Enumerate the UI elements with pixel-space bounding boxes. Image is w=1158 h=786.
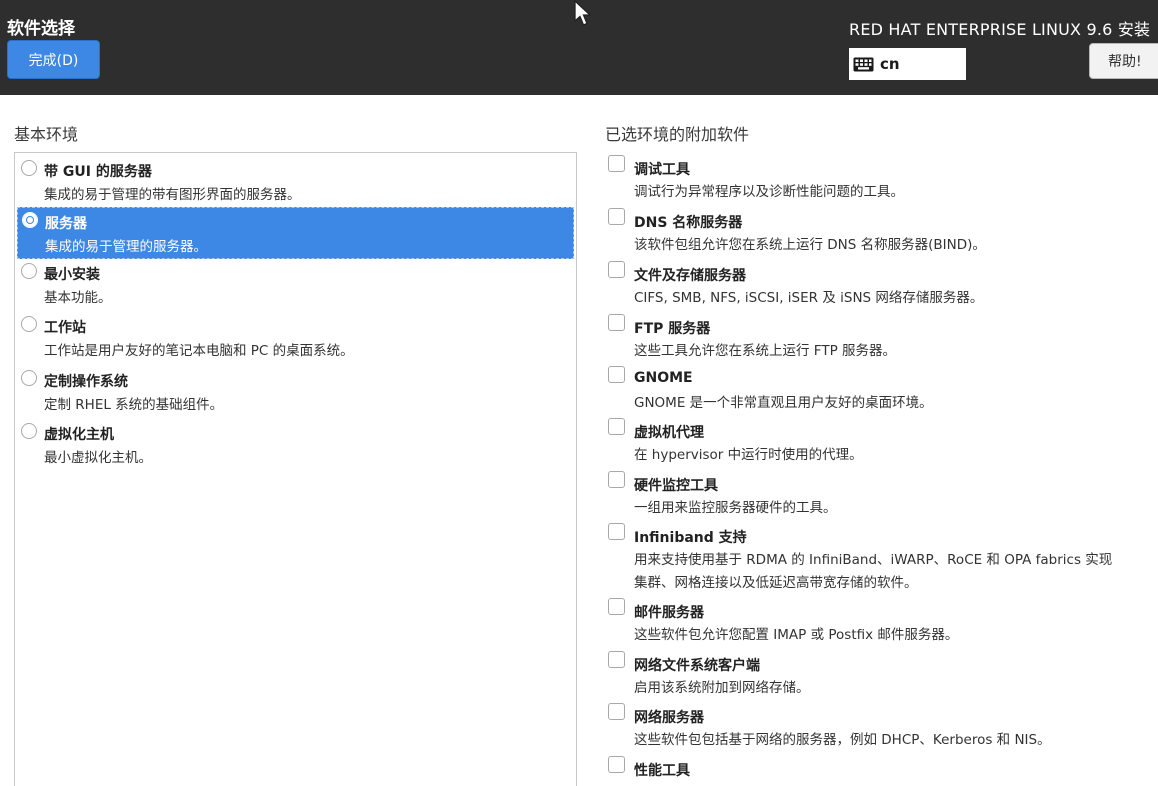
addons-label: 已选环境的附加软件	[605, 125, 750, 144]
addon-desc: CIFS, SMB, NFS, iSCSI, iSER 及 iSNS 网络存储服…	[634, 290, 984, 306]
addon-desc: 用来支持使用基于 RDMA 的 InfiniBand、iWARP、RoCE 和 …	[634, 552, 1113, 568]
radio-button[interactable]	[21, 263, 37, 279]
env-option-title: 带 GUI 的服务器	[44, 164, 152, 180]
env-option-server[interactable]: 服务器 集成的易于管理的服务器。	[17, 207, 574, 259]
checkbox[interactable]	[608, 523, 625, 540]
radio-button[interactable]	[21, 160, 37, 176]
env-option-desc: 定制 RHEL 系统的基础组件。	[44, 397, 224, 413]
radio-button[interactable]	[21, 316, 37, 332]
addon-desc: 调试行为异常程序以及诊断性能问题的工具。	[634, 184, 904, 200]
addon-desc: 这些软件包包括基于网络的服务器，例如 DHCP、Kerberos 和 NIS。	[634, 732, 1051, 748]
addon-title: 调试工具	[634, 162, 690, 178]
addon-title: FTP 服务器	[634, 321, 711, 337]
addon-title: 网络文件系统客户端	[634, 658, 760, 674]
env-option-title: 服务器	[45, 216, 87, 232]
env-option-title: 定制操作系统	[44, 374, 128, 390]
checkbox[interactable]	[608, 314, 625, 331]
base-environment-list[interactable]: 带 GUI 的服务器 集成的易于管理的带有图形界面的服务器。 服务器 集成的易于…	[14, 152, 577, 786]
keyboard-layout-label: cn	[880, 55, 900, 73]
addon-desc: 这些工具允许您在系统上运行 FTP 服务器。	[634, 343, 896, 359]
checkbox[interactable]	[608, 155, 625, 172]
env-option-title: 虚拟化主机	[44, 427, 114, 443]
product-title: RED HAT ENTERPRISE LINUX 9.6 安装	[849, 20, 1151, 39]
env-option-desc: 工作站是用户友好的笔记本电脑和 PC 的桌面系统。	[44, 343, 354, 359]
checkbox[interactable]	[608, 651, 625, 668]
checkbox[interactable]	[608, 471, 625, 488]
env-option-desc: 基本功能。	[44, 290, 112, 306]
page-title: 软件选择	[7, 19, 75, 39]
addon-title: 性能工具	[634, 763, 690, 779]
checkbox[interactable]	[608, 756, 625, 773]
radio-button[interactable]	[21, 370, 37, 386]
env-option-server-with-gui[interactable]: 带 GUI 的服务器 集成的易于管理的带有图形界面的服务器。	[17, 156, 574, 208]
addon-title: 网络服务器	[634, 710, 704, 726]
checkbox[interactable]	[608, 598, 625, 615]
checkbox[interactable]	[608, 208, 625, 225]
addon-desc: 一组用来监控服务器硬件的工具。	[634, 500, 837, 516]
env-option-minimal[interactable]: 最小安装 基本功能。	[17, 259, 574, 311]
addon-title: 文件及存储服务器	[634, 268, 746, 284]
checkbox[interactable]	[608, 366, 625, 383]
addon-desc: 这些软件包允许您配置 IMAP 或 Postfix 邮件服务器。	[634, 627, 959, 643]
checkbox[interactable]	[608, 703, 625, 720]
env-option-workstation[interactable]: 工作站 工作站是用户友好的笔记本电脑和 PC 的桌面系统。	[17, 312, 574, 364]
env-option-virtualization-host[interactable]: 虚拟化主机 最小虚拟化主机。	[17, 419, 574, 471]
env-option-title: 工作站	[44, 320, 86, 336]
keyboard-layout-indicator[interactable]: cn	[849, 48, 966, 80]
base-environment-label: 基本环境	[14, 125, 79, 144]
env-option-custom-os[interactable]: 定制操作系统 定制 RHEL 系统的基础组件。	[17, 366, 574, 418]
env-option-desc: 集成的易于管理的服务器。	[45, 239, 207, 255]
radio-button-selected[interactable]	[22, 212, 38, 228]
addon-title: 硬件监控工具	[634, 478, 718, 494]
addon-desc: 在 hypervisor 中运行时使用的代理。	[634, 447, 863, 463]
checkbox[interactable]	[608, 418, 625, 435]
env-option-desc: 最小虚拟化主机。	[44, 450, 152, 466]
addon-title: GNOME	[634, 370, 693, 386]
addon-desc: GNOME 是一个非常直观且用户友好的桌面环境。	[634, 395, 933, 411]
env-option-desc: 集成的易于管理的带有图形界面的服务器。	[44, 187, 301, 203]
help-button[interactable]: 帮助!	[1089, 43, 1158, 79]
mouse-cursor-icon	[574, 0, 592, 26]
addon-title: DNS 名称服务器	[634, 215, 743, 231]
done-button[interactable]: 完成(D)	[7, 40, 100, 79]
env-option-title: 最小安装	[44, 267, 100, 283]
addon-desc: 启用该系统附加到网络存储。	[634, 680, 810, 696]
radio-button[interactable]	[21, 423, 37, 439]
addon-title: Infiniband 支持	[634, 530, 747, 546]
checkbox[interactable]	[608, 261, 625, 278]
addon-title: 邮件服务器	[634, 605, 704, 621]
addon-title: 虚拟机代理	[634, 425, 704, 441]
keyboard-icon	[853, 57, 874, 71]
addon-desc: 该软件包组允许您在系统上运行 DNS 名称服务器(BIND)。	[634, 237, 986, 253]
addon-desc-line2: 集群、网格连接以及低延迟高带宽存储的软件。	[634, 575, 918, 591]
